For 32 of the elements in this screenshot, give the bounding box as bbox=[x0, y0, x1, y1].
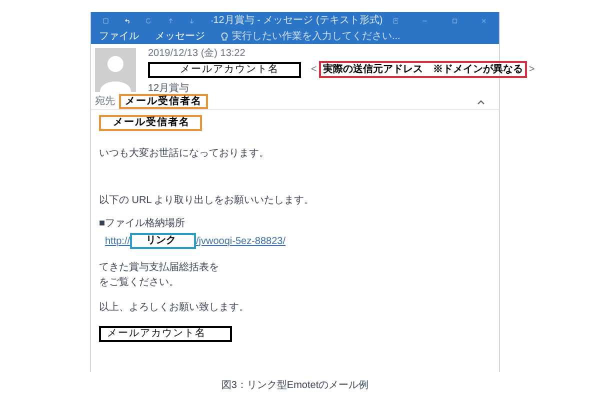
subject: 12月賞与 bbox=[148, 82, 190, 96]
body-text: 以下の URL より取り出しをお願いいたします。 bbox=[99, 194, 314, 207]
avatar-icon bbox=[95, 48, 136, 92]
dropdown-icon[interactable] bbox=[210, 18, 214, 22]
lightbulb-icon bbox=[221, 32, 228, 42]
ribbon-tab[interactable]: ファイル bbox=[99, 30, 139, 42]
save-icon[interactable] bbox=[103, 16, 109, 26]
address-bracket: > bbox=[528, 63, 535, 77]
body-text: ■ファイル格納場所 bbox=[99, 217, 186, 230]
collapse-icon[interactable] bbox=[477, 98, 485, 104]
annotation-label: メールアカウント名 bbox=[99, 326, 232, 342]
body-text: いつも大変お世話になっております。 bbox=[99, 147, 269, 160]
up-arrow-icon[interactable] bbox=[168, 16, 174, 26]
window-title: 12月賞与 - メッセージ (テキスト形式) bbox=[213, 14, 383, 28]
figure-caption: 図3：リンク型Emotetのメール例 bbox=[221, 378, 369, 393]
body-text: 以上、よろしくお願い致します。 bbox=[99, 301, 249, 314]
to-label: 宛先 bbox=[95, 94, 115, 109]
body-text: てきた賞与支払届総括表を bbox=[99, 261, 219, 274]
sender-name: メールアカウント名 bbox=[148, 62, 301, 78]
maximize-icon[interactable] bbox=[452, 16, 458, 26]
sender-address: 実際の送信元アドレス ※ドメインが異なる bbox=[318, 61, 527, 78]
link[interactable]: http:// bbox=[105, 234, 130, 248]
redo-icon[interactable] bbox=[146, 16, 152, 26]
link[interactable]: /jvwooqi-5ez-88823/ bbox=[196, 234, 286, 248]
masked-link-label: リンク bbox=[130, 233, 196, 249]
ribbon-tab[interactable]: メッセージ bbox=[155, 30, 205, 42]
address-bracket: < bbox=[311, 63, 317, 77]
body-text: をご覧ください。 bbox=[99, 276, 179, 289]
ribbon-display-icon[interactable] bbox=[392, 16, 398, 26]
recipient-name: メール受信者名 bbox=[119, 94, 208, 109]
annotation-label: メール受信者名 bbox=[99, 115, 202, 131]
sent-date: 2019/12/13 (金) 13:22 bbox=[148, 48, 246, 60]
